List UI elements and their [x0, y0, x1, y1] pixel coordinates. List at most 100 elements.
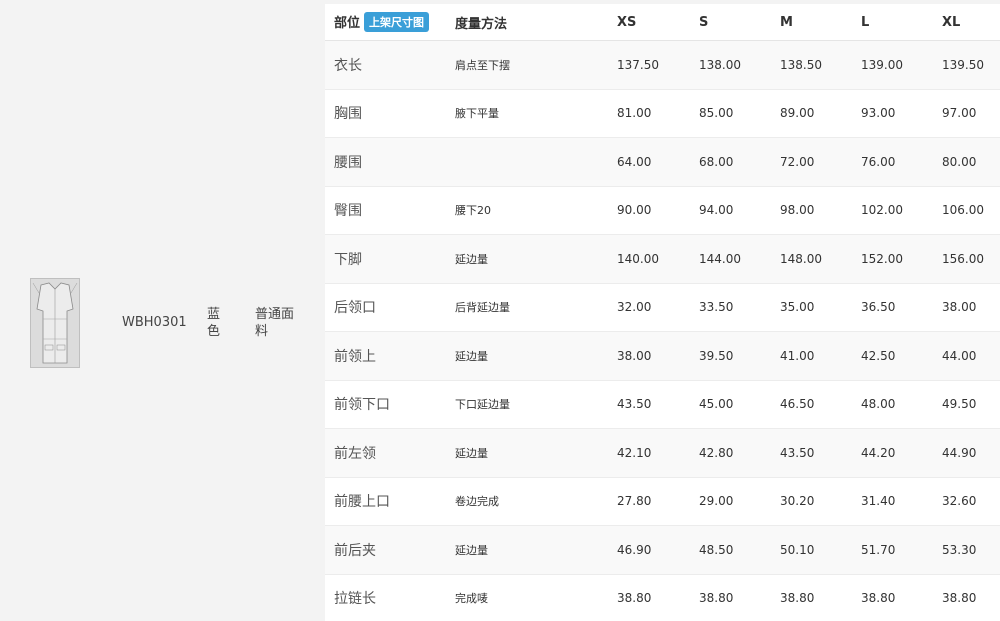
cell-size-xs: 43.50 — [617, 380, 699, 429]
cell-size-xl: 106.00 — [942, 186, 1000, 235]
cell-size-s: 39.50 — [699, 331, 780, 381]
row-measure-method: 腰下20 — [455, 186, 617, 235]
table-row: 前左领 延边量 42.10 42.80 43.50 44.20 44.90 — [325, 428, 1000, 478]
product-color: 蓝色 — [207, 307, 221, 339]
row-part-name: 腰围 — [325, 137, 455, 187]
column-header-method: 度量方法 — [455, 4, 617, 41]
cell-size-xl: 97.00 — [942, 89, 1000, 138]
table-row: 下脚 延边量 140.00 144.00 148.00 152.00 156.0… — [325, 234, 1000, 284]
row-measure-method: 后背延边量 — [455, 283, 617, 332]
column-header-size-s: S — [699, 4, 780, 41]
row-measure-method: 延边量 — [455, 525, 617, 575]
cell-size-l: 48.00 — [861, 380, 942, 429]
table-row: 衣长 肩点至下摆 137.50 138.00 138.50 139.00 139… — [325, 40, 1000, 90]
table-header-row: 部位 上架尺寸图 度量方法 XS S M L XL — [325, 4, 1000, 41]
column-header-size-xl: XL — [942, 4, 1000, 41]
size-chart-table: 部位 上架尺寸图 度量方法 XS S M L XL 衣长 肩点至下摆 137.50… — [325, 4, 1000, 621]
column-header-size-l: L — [861, 4, 942, 41]
column-header-part-label: 部位 — [334, 16, 361, 31]
cell-size-l: 44.20 — [861, 428, 942, 478]
row-part-name: 前领上 — [325, 331, 455, 381]
cell-size-xs: 38.80 — [617, 574, 699, 621]
cell-size-s: 29.00 — [699, 477, 780, 526]
cell-size-s: 85.00 — [699, 89, 780, 138]
cell-size-xs: 90.00 — [617, 186, 699, 235]
cell-size-s: 144.00 — [699, 234, 780, 284]
row-part-name: 前后夹 — [325, 525, 455, 575]
row-measure-method: 延边量 — [455, 331, 617, 381]
cell-size-s: 45.00 — [699, 380, 780, 429]
row-part-name: 前腰上口 — [325, 477, 455, 526]
cell-size-s: 42.80 — [699, 428, 780, 478]
cell-size-s: 138.00 — [699, 40, 780, 90]
cell-size-xs: 46.90 — [617, 525, 699, 575]
cell-size-xl: 53.30 — [942, 525, 1000, 575]
cell-size-l: 38.80 — [861, 574, 942, 621]
cell-size-l: 139.00 — [861, 40, 942, 90]
cell-size-l: 152.00 — [861, 234, 942, 284]
cell-size-s: 94.00 — [699, 186, 780, 235]
table-row: 前领上 延边量 38.00 39.50 41.00 42.50 44.00 — [325, 331, 1000, 381]
cell-size-xl: 156.00 — [942, 234, 1000, 284]
row-measure-method: 下口延边量 — [455, 380, 617, 429]
cell-size-s: 38.80 — [699, 574, 780, 621]
row-measure-method: 卷边完成 — [455, 477, 617, 526]
cell-size-l: 42.50 — [861, 331, 942, 381]
cell-size-m: 138.50 — [780, 40, 861, 90]
cell-size-xs: 64.00 — [617, 137, 699, 187]
row-part-name: 拉链长 — [325, 574, 455, 621]
garment-thumbnail[interactable] — [30, 278, 80, 368]
cell-size-m: 148.00 — [780, 234, 861, 284]
row-part-name: 胸围 — [325, 89, 455, 138]
cell-size-m: 98.00 — [780, 186, 861, 235]
row-part-name: 前左领 — [325, 428, 455, 478]
table-row: 前领下口 下口延边量 43.50 45.00 46.50 48.00 49.50 — [325, 380, 1000, 429]
row-part-name: 衣长 — [325, 40, 455, 90]
row-part-name: 臀围 — [325, 186, 455, 235]
row-measure-method: 完成唛 — [455, 574, 617, 621]
table-row: 臀围 腰下20 90.00 94.00 98.00 102.00 106.00 — [325, 186, 1000, 235]
table-row: 腰围 64.00 68.00 72.00 76.00 80.00 — [325, 137, 1000, 187]
cell-size-m: 46.50 — [780, 380, 861, 429]
row-part-name: 后领口 — [325, 283, 455, 332]
table-row: 前腰上口 卷边完成 27.80 29.00 30.20 31.40 32.60 — [325, 477, 1000, 526]
row-measure-method: 延边量 — [455, 428, 617, 478]
cell-size-m: 35.00 — [780, 283, 861, 332]
cell-size-xl: 80.00 — [942, 137, 1000, 187]
product-code: WBH0301 — [122, 315, 187, 330]
product-info-panel: WBH0301 蓝色 普通面料 — [0, 0, 316, 621]
cell-size-l: 51.70 — [861, 525, 942, 575]
column-header-size-xs: XS — [617, 4, 699, 41]
cell-size-s: 48.50 — [699, 525, 780, 575]
cell-size-m: 38.80 — [780, 574, 861, 621]
table-row: 后领口 后背延边量 32.00 33.50 35.00 36.50 38.00 — [325, 283, 1000, 332]
cell-size-m: 89.00 — [780, 89, 861, 138]
cell-size-xs: 27.80 — [617, 477, 699, 526]
row-measure-method: 肩点至下摆 — [455, 40, 617, 90]
cell-size-xs: 137.50 — [617, 40, 699, 90]
cell-size-s: 33.50 — [699, 283, 780, 332]
cell-size-m: 30.20 — [780, 477, 861, 526]
table-row: 前后夹 延边量 46.90 48.50 50.10 51.70 53.30 — [325, 525, 1000, 575]
cell-size-xs: 42.10 — [617, 428, 699, 478]
size-chart-table-container: 部位 上架尺寸图 度量方法 XS S M L XL 衣长 肩点至下摆 137.50… — [325, 4, 1000, 621]
row-measure-method: 腋下平量 — [455, 89, 617, 138]
cell-size-m: 72.00 — [780, 137, 861, 187]
cell-size-xl: 32.60 — [942, 477, 1000, 526]
cell-size-l: 102.00 — [861, 186, 942, 235]
cell-size-xl: 139.50 — [942, 40, 1000, 90]
cell-size-m: 50.10 — [780, 525, 861, 575]
cell-size-s: 68.00 — [699, 137, 780, 187]
cell-size-l: 76.00 — [861, 137, 942, 187]
cell-size-l: 31.40 — [861, 477, 942, 526]
row-measure-method: 延边量 — [455, 234, 617, 284]
cell-size-xs: 38.00 — [617, 331, 699, 381]
table-row: 拉链长 完成唛 38.80 38.80 38.80 38.80 38.80 — [325, 574, 1000, 621]
row-measure-method — [455, 137, 617, 187]
column-header-part: 部位 上架尺寸图 — [325, 4, 455, 41]
cell-size-l: 36.50 — [861, 283, 942, 332]
table-row: 胸围 腋下平量 81.00 85.00 89.00 93.00 97.00 — [325, 89, 1000, 138]
cell-size-l: 93.00 — [861, 89, 942, 138]
column-header-size-m: M — [780, 4, 861, 41]
listing-size-chart-button[interactable]: 上架尺寸图 — [364, 12, 430, 32]
